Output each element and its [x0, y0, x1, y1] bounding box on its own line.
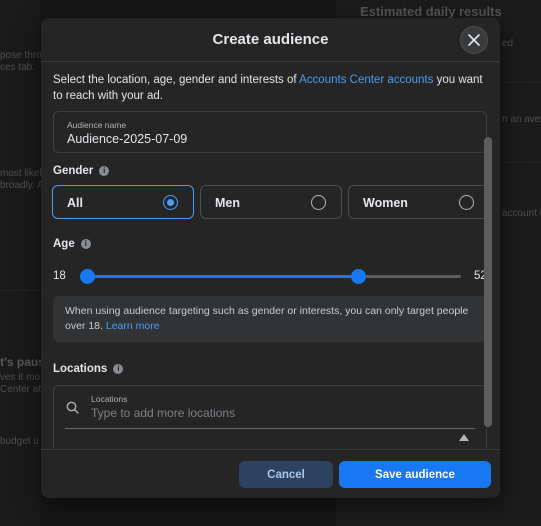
background-divider: [0, 290, 41, 291]
close-icon: [468, 34, 480, 46]
dialog-header: Create audience: [41, 18, 500, 62]
age-min-handle[interactable]: [80, 269, 95, 284]
background-snippet: t's paus: [0, 355, 45, 369]
gender-option-label: All: [67, 196, 83, 210]
background-left-panel: [0, 0, 40, 526]
intro-text-start: Select the location, age, gender and int…: [53, 74, 300, 86]
locations-field-label: Locations: [91, 394, 128, 404]
gender-option-women[interactable]: Women: [348, 185, 490, 219]
age-max-handle[interactable]: [350, 269, 366, 284]
info-icon[interactable]: i: [99, 166, 110, 176]
locations-divider: [65, 428, 475, 429]
age-min-value: 18: [53, 270, 66, 282]
learn-more-link[interactable]: Learn more: [106, 320, 160, 332]
background-divider: [500, 162, 541, 163]
estimated-results-heading: Estimated daily results: [360, 4, 502, 19]
background-snippet: ces tab.: [0, 62, 36, 73]
age-range-fill: [87, 275, 358, 278]
intro-text: Select the location, age, gender and int…: [53, 72, 488, 104]
age-label: Age: [53, 238, 75, 250]
collapse-up-icon[interactable]: [459, 434, 469, 441]
age-range-slider[interactable]: [80, 269, 461, 284]
gender-option-label: Women: [363, 196, 408, 210]
audience-name-input[interactable]: Audience-2025-07-09: [67, 132, 187, 146]
background-snippet: ves it mo: [0, 372, 41, 383]
locations-section-label: Locations i: [53, 363, 124, 375]
background-snippet: most likel: [0, 168, 42, 179]
age-notice: When using audience targeting such as ge…: [53, 296, 487, 342]
age-section-label: Age i: [53, 238, 91, 250]
radio-icon[interactable]: [311, 195, 326, 210]
dialog-footer: Cancel Save audience: [41, 449, 500, 498]
create-audience-dialog: Create audience Select the location, age…: [41, 18, 500, 498]
gender-option-men[interactable]: Men: [200, 185, 342, 219]
background-snippet: broadly. A: [0, 180, 44, 191]
locations-label: Locations: [53, 363, 108, 375]
audience-name-field[interactable]: Audience name Audience-2025-07-09: [53, 111, 487, 153]
background-snippet: n an aver: [502, 114, 541, 125]
gender-option-all[interactable]: All: [52, 185, 194, 219]
background-snippet: budget u: [0, 436, 39, 447]
background-divider: [500, 82, 541, 83]
save-audience-button[interactable]: Save audience: [339, 461, 491, 488]
accounts-center-link[interactable]: Accounts Center accounts: [299, 74, 433, 86]
gender-section-label: Gender i: [53, 165, 110, 177]
info-icon[interactable]: i: [80, 239, 91, 249]
background-snippet: account to: [502, 208, 541, 219]
locations-field[interactable]: Locations Type to add more locations: [53, 385, 487, 448]
background-snippet: ed: [502, 38, 514, 49]
dialog-body: Select the location, age, gender and int…: [41, 63, 500, 448]
dialog-title: Create audience: [212, 31, 329, 48]
audience-name-label: Audience name: [67, 120, 127, 130]
gender-label: Gender: [53, 165, 94, 177]
locations-input[interactable]: Type to add more locations: [91, 406, 235, 420]
close-button[interactable]: [460, 26, 488, 54]
info-icon[interactable]: i: [113, 364, 124, 374]
scrollbar[interactable]: [484, 137, 492, 427]
gender-option-label: Men: [215, 196, 240, 210]
cancel-button[interactable]: Cancel: [239, 461, 333, 488]
radio-icon[interactable]: [459, 195, 474, 210]
search-icon: [66, 401, 79, 414]
radio-selected-icon[interactable]: [163, 195, 178, 210]
